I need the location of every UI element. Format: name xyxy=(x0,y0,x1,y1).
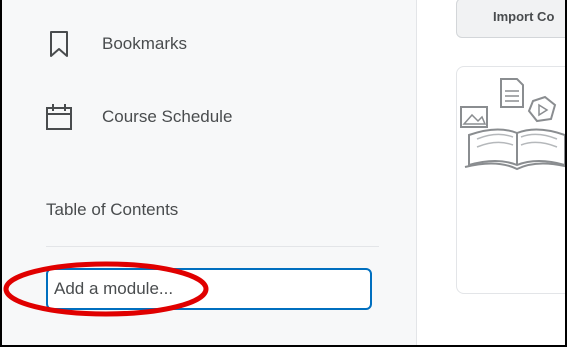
content-card xyxy=(456,66,565,294)
divider xyxy=(46,246,379,247)
import-course-button[interactable]: Import Co xyxy=(456,0,565,38)
sidebar-item-bookmarks[interactable]: Bookmarks xyxy=(42,27,187,61)
table-of-contents-heading: Table of Contents xyxy=(46,200,179,219)
sidebar-item-course-schedule[interactable]: Course Schedule xyxy=(42,100,232,134)
sidebar: Bookmarks Course Schedule Table of Conte… xyxy=(2,0,417,345)
bookmark-icon xyxy=(42,27,76,61)
sidebar-item-label: Bookmarks xyxy=(102,34,188,53)
sidebar-item-label: Course Schedule xyxy=(102,107,233,126)
app-frame: Bookmarks Course Schedule Table of Conte… xyxy=(2,0,565,345)
book-media-icon xyxy=(460,78,565,171)
add-module-input[interactable] xyxy=(46,268,372,310)
calendar-icon xyxy=(42,100,76,134)
